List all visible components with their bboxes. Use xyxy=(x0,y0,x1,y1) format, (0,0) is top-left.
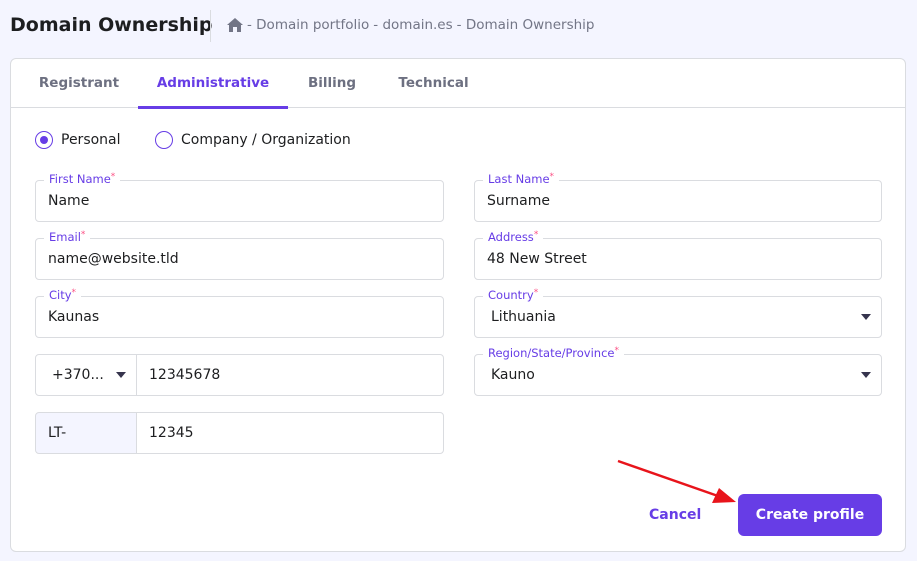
annotation-arrow-icon xyxy=(617,459,736,503)
